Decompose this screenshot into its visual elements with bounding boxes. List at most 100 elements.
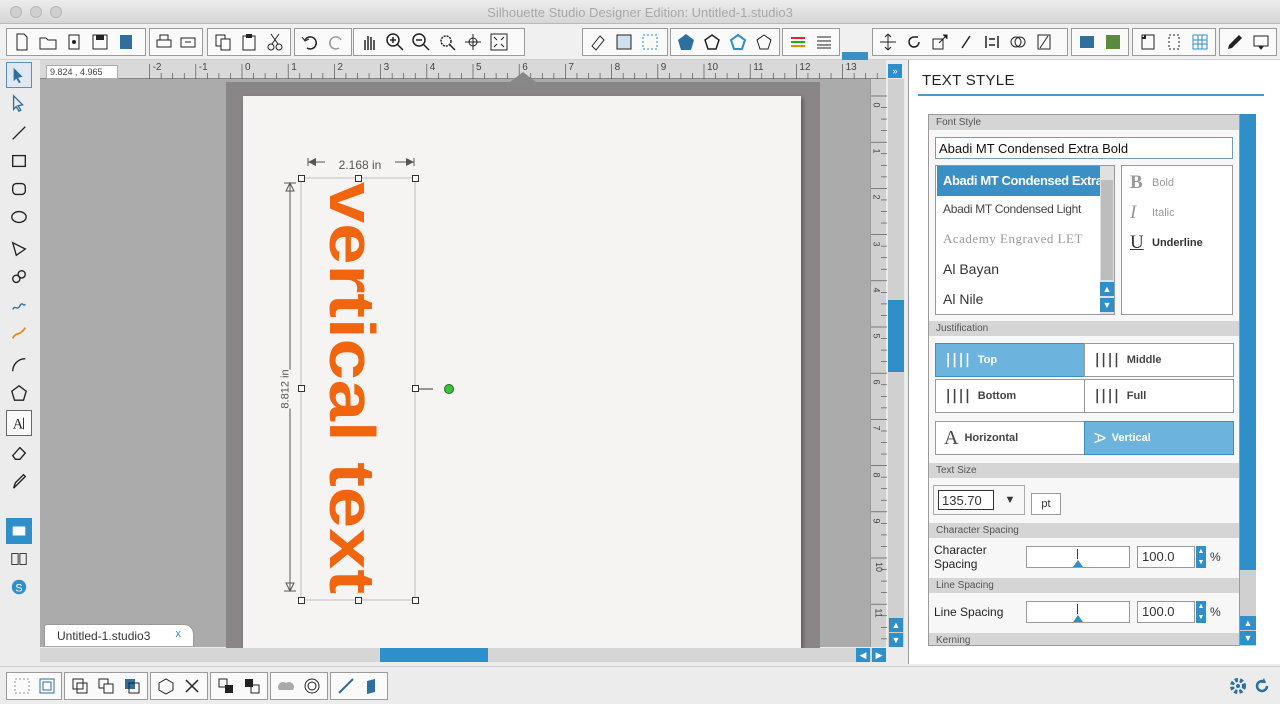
text-size-dropdown-icon[interactable]: ▼ [1000, 490, 1020, 510]
offset-icon[interactable] [699, 30, 725, 54]
horizontal-orientation-button[interactable]: A Horizontal [935, 421, 1085, 455]
duplicate-icon[interactable] [153, 674, 179, 698]
document-tab[interactable]: Untitled-1.studio3 x [44, 624, 194, 646]
library-panel-icon[interactable] [1100, 30, 1126, 54]
font-list-item[interactable]: Abadi MT Condensed Light [937, 194, 1101, 224]
shear-icon[interactable] [953, 30, 979, 54]
library-view-icon[interactable] [6, 546, 32, 572]
slider-thumb[interactable] [1073, 560, 1083, 567]
arc-tool-icon[interactable] [6, 352, 32, 378]
library-icon[interactable] [61, 30, 87, 54]
justify-middle-button[interactable]: |||| Middle [1084, 343, 1234, 377]
panel-scrollbar[interactable]: ▲ ▼ [1240, 114, 1256, 646]
weld-icon[interactable] [273, 674, 299, 698]
cut-border-icon[interactable] [1161, 30, 1187, 54]
freehand-tool-icon[interactable] [6, 292, 32, 318]
curve-tool-icon[interactable] [6, 264, 32, 290]
ungroup-icon[interactable] [34, 674, 59, 698]
smooth-freehand-tool-icon[interactable] [6, 320, 32, 346]
eraser-view-icon[interactable] [585, 30, 611, 54]
rotate-handle[interactable] [444, 384, 454, 394]
design-store-view-icon[interactable]: S [6, 574, 32, 600]
knife-icon[interactable] [1031, 30, 1057, 54]
zoom-out-icon[interactable] [408, 30, 434, 54]
font-list[interactable]: Abadi MT Condensed Extra Bold Abadi MT C… [935, 165, 1115, 315]
send-icon[interactable] [1248, 30, 1274, 54]
hand-pan-icon[interactable] [356, 30, 382, 54]
line-spacing-slider[interactable] [1026, 601, 1130, 623]
trace-icon[interactable] [725, 30, 751, 54]
copy-icon[interactable] [210, 30, 236, 54]
font-name-input[interactable]: Abadi MT Condensed Extra Bold [935, 137, 1233, 159]
open-folder-icon[interactable] [35, 30, 61, 54]
scroll-up-icon[interactable]: ▲ [889, 618, 903, 632]
trace-tool-icon[interactable] [333, 674, 359, 698]
3d-box-icon[interactable] [359, 674, 385, 698]
fit-to-page-icon[interactable] [486, 30, 512, 54]
rectangle-tool-icon[interactable] [6, 148, 32, 174]
align-icon[interactable] [979, 30, 1005, 54]
knife-tool-icon[interactable] [6, 468, 32, 494]
grid-settings-icon[interactable] [637, 30, 663, 54]
underline-option[interactable]: U Underline [1130, 232, 1203, 254]
text-unit-button[interactable]: pt [1031, 493, 1061, 515]
registration-marks-icon[interactable] [1135, 30, 1161, 54]
group-icon[interactable] [9, 674, 34, 698]
font-list-up-icon[interactable]: ▲ [1100, 282, 1114, 296]
send-to-back-icon[interactable] [239, 674, 265, 698]
panel-scroll-down-icon[interactable]: ▼ [1240, 631, 1256, 645]
scroll-left-icon[interactable]: ◀ [856, 648, 870, 662]
slider-thumb[interactable] [1073, 615, 1083, 622]
fill-color-icon[interactable] [673, 30, 699, 54]
text-tool-icon[interactable]: A [6, 410, 32, 436]
panel-collapse-icon[interactable]: » [888, 64, 902, 78]
arrange-icon[interactable] [119, 674, 145, 698]
character-spacing-slider[interactable] [1026, 546, 1130, 568]
justify-top-button[interactable]: |||| Top [935, 343, 1085, 377]
font-list-item[interactable]: Al Bayan [937, 254, 1101, 284]
sketch-pen-icon[interactable] [1222, 30, 1248, 54]
rounded-rectangle-tool-icon[interactable] [6, 176, 32, 202]
tab-close-icon[interactable]: x [176, 628, 182, 640]
cut-icon[interactable] [262, 30, 288, 54]
character-spacing-input[interactable]: 100.0 [1137, 546, 1195, 568]
edit-points-tool-icon[interactable] [6, 90, 32, 116]
font-list-item[interactable]: Al Nile [937, 284, 1101, 314]
rotate-icon[interactable] [901, 30, 927, 54]
vertical-text-object[interactable]: vertical text [292, 180, 432, 600]
send-to-cutter-icon[interactable] [176, 30, 200, 54]
horizontal-scrollbar[interactable]: ◀ ▶ [40, 648, 886, 662]
line-spacing-stepper[interactable]: ▲ ▼ [1196, 601, 1206, 623]
select-tool-icon[interactable] [6, 62, 32, 88]
modify-icon[interactable] [1005, 30, 1031, 54]
bold-option[interactable]: B Bold [1130, 172, 1174, 194]
horizontal-scroll-thumb[interactable] [380, 648, 488, 662]
font-list-scrollbar[interactable]: ▲ ▼ [1100, 166, 1114, 314]
character-spacing-stepper[interactable]: ▲ ▼ [1196, 546, 1206, 568]
font-list-down-icon[interactable]: ▼ [1100, 298, 1114, 312]
replicate-icon[interactable] [751, 30, 777, 54]
new-document-icon[interactable] [9, 30, 35, 54]
move-icon[interactable] [875, 30, 901, 54]
make-compound-icon[interactable] [67, 674, 93, 698]
paste-icon[interactable] [236, 30, 262, 54]
ellipse-tool-icon[interactable] [6, 204, 32, 230]
regular-polygon-tool-icon[interactable] [6, 380, 32, 406]
scroll-right-icon[interactable]: ▶ [872, 648, 886, 662]
design-store-icon[interactable] [1074, 30, 1100, 54]
delete-icon[interactable] [179, 674, 205, 698]
justify-full-button[interactable]: |||| Full [1084, 379, 1234, 413]
settings-gear-icon[interactable] [1228, 676, 1248, 696]
scroll-down-icon[interactable]: ▼ [889, 633, 903, 647]
line-color-icon[interactable] [785, 30, 811, 54]
line-tool-icon[interactable] [6, 120, 32, 146]
font-list-item-selected[interactable]: Abadi MT Condensed Extra Bold [937, 166, 1101, 196]
vertical-scroll-thumb[interactable] [888, 300, 904, 372]
zoom-selected-icon[interactable] [434, 30, 460, 54]
eraser-tool-icon[interactable] [6, 440, 32, 466]
font-list-scroll-thumb[interactable] [1101, 180, 1113, 280]
font-list-item[interactable]: Academy Engraved LET [937, 224, 1101, 254]
redo-icon[interactable] [323, 30, 349, 54]
refresh-icon[interactable] [1252, 676, 1272, 696]
panel-scroll-up-icon[interactable]: ▲ [1240, 616, 1256, 630]
